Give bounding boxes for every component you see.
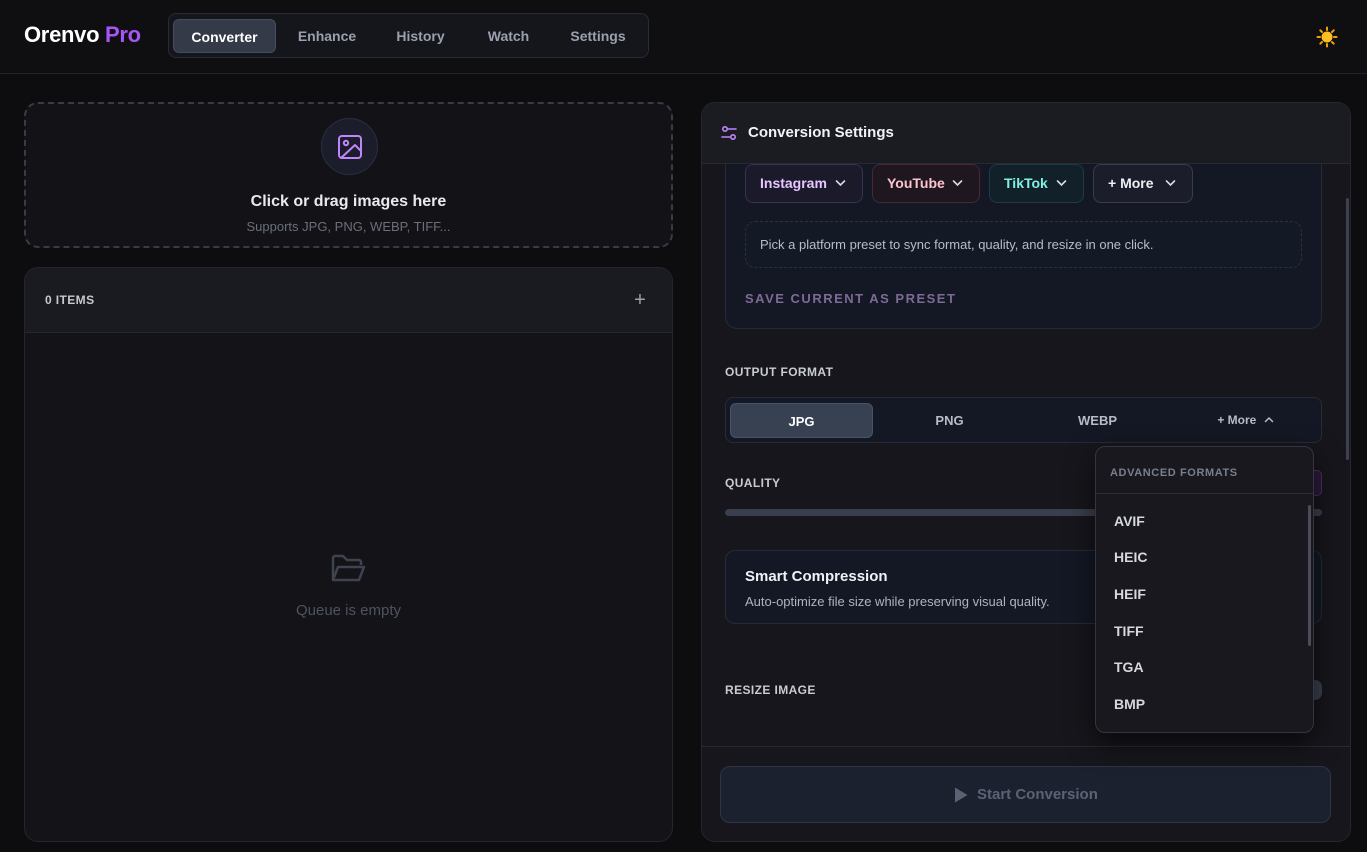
format-bmp-option[interactable]: BMP <box>1114 696 1145 712</box>
image-icon <box>321 118 378 175</box>
format-webp-button[interactable]: WEBP <box>1026 403 1169 438</box>
settings-scrollbar[interactable] <box>1346 198 1349 460</box>
preset-tiktok-button[interactable]: TikTok <box>989 164 1084 203</box>
advanced-formats-dropdown: ADVANCED FORMATS AVIF HEIC HEIF TIFF TGA… <box>1095 446 1314 733</box>
queue-empty-text: Queue is empty <box>295 602 402 619</box>
preset-more-label: + More <box>1108 175 1154 191</box>
preset-card: Instagram YouTube TikTok + More Pick a p… <box>725 143 1322 329</box>
main-tabs: Converter Enhance History Watch Settings <box>168 13 649 58</box>
output-format-label: OUTPUT FORMAT <box>725 365 834 379</box>
queue-panel: 0 ITEMS + Queue is empty <box>24 267 673 842</box>
folder-open-icon <box>330 553 366 590</box>
format-more-button[interactable]: + More <box>1174 403 1317 438</box>
quality-label: QUALITY <box>725 476 781 490</box>
image-dropzone[interactable]: Click or drag images here Supports JPG, … <box>24 102 673 248</box>
output-format-selector: JPG PNG WEBP + More <box>725 397 1322 443</box>
preset-hint: Pick a platform preset to sync format, q… <box>745 221 1302 268</box>
play-icon <box>955 787 968 803</box>
chevron-down-icon <box>1056 180 1067 187</box>
preset-youtube-button[interactable]: YouTube <box>872 164 980 203</box>
dropzone-subtitle: Supports JPG, PNG, WEBP, TIFF... <box>246 219 451 234</box>
format-jpg-button[interactable]: JPG <box>730 403 873 438</box>
tab-watch[interactable]: Watch <box>469 19 548 53</box>
preset-instagram-button[interactable]: Instagram <box>745 164 863 203</box>
chevron-up-icon <box>1264 416 1273 423</box>
app-logo[interactable]: Orenvo Pro <box>24 22 141 48</box>
add-icon[interactable]: + <box>629 290 651 312</box>
tab-settings[interactable]: Settings <box>555 19 641 53</box>
tab-history[interactable]: History <box>379 19 462 53</box>
format-more-label: + More <box>1217 413 1257 427</box>
preset-youtube-label: YouTube <box>887 175 945 191</box>
format-heic-option[interactable]: HEIC <box>1114 549 1147 565</box>
smart-compression-title: Smart Compression <box>745 568 888 585</box>
settings-footer: Start Conversion <box>702 746 1350 841</box>
brand-name: Orenvo <box>24 22 100 47</box>
dropdown-scrollbar[interactable] <box>1308 505 1311 646</box>
queue-header: 0 ITEMS + <box>25 268 672 333</box>
start-conversion-button[interactable]: Start Conversion <box>720 766 1331 823</box>
chevron-down-icon <box>1165 180 1176 187</box>
queue-count: 0 ITEMS <box>45 293 95 307</box>
sliders-icon <box>721 125 737 141</box>
smart-compression-description: Auto-optimize file size while preserving… <box>745 594 1050 609</box>
format-avif-option[interactable]: AVIF <box>1114 513 1145 529</box>
settings-header: Conversion Settings <box>702 103 1350 164</box>
save-preset-button[interactable]: SAVE CURRENT AS PRESET <box>745 291 956 306</box>
start-conversion-label: Start Conversion <box>977 786 1098 803</box>
tab-enhance[interactable]: Enhance <box>282 19 372 53</box>
advanced-formats-label: ADVANCED FORMATS <box>1110 467 1238 479</box>
dropdown-header: ADVANCED FORMATS <box>1096 447 1313 494</box>
resize-image-label: RESIZE IMAGE <box>725 683 816 697</box>
sun-icon[interactable] <box>1316 26 1338 48</box>
brand-accent: Pro <box>105 22 141 47</box>
format-tga-option[interactable]: TGA <box>1114 659 1144 675</box>
format-png-button[interactable]: PNG <box>878 403 1021 438</box>
top-bar: Orenvo Pro Converter Enhance History Wat… <box>0 0 1367 74</box>
chevron-down-icon <box>952 180 963 187</box>
preset-instagram-label: Instagram <box>760 175 827 191</box>
tab-converter[interactable]: Converter <box>173 19 276 53</box>
preset-tiktok-label: TikTok <box>1004 175 1048 191</box>
settings-title: Conversion Settings <box>748 124 894 141</box>
format-tiff-option[interactable]: TIFF <box>1114 623 1144 639</box>
format-heif-option[interactable]: HEIF <box>1114 586 1146 602</box>
chevron-down-icon <box>835 180 846 187</box>
dropzone-title: Click or drag images here <box>250 193 447 210</box>
preset-more-button[interactable]: + More <box>1093 164 1193 203</box>
